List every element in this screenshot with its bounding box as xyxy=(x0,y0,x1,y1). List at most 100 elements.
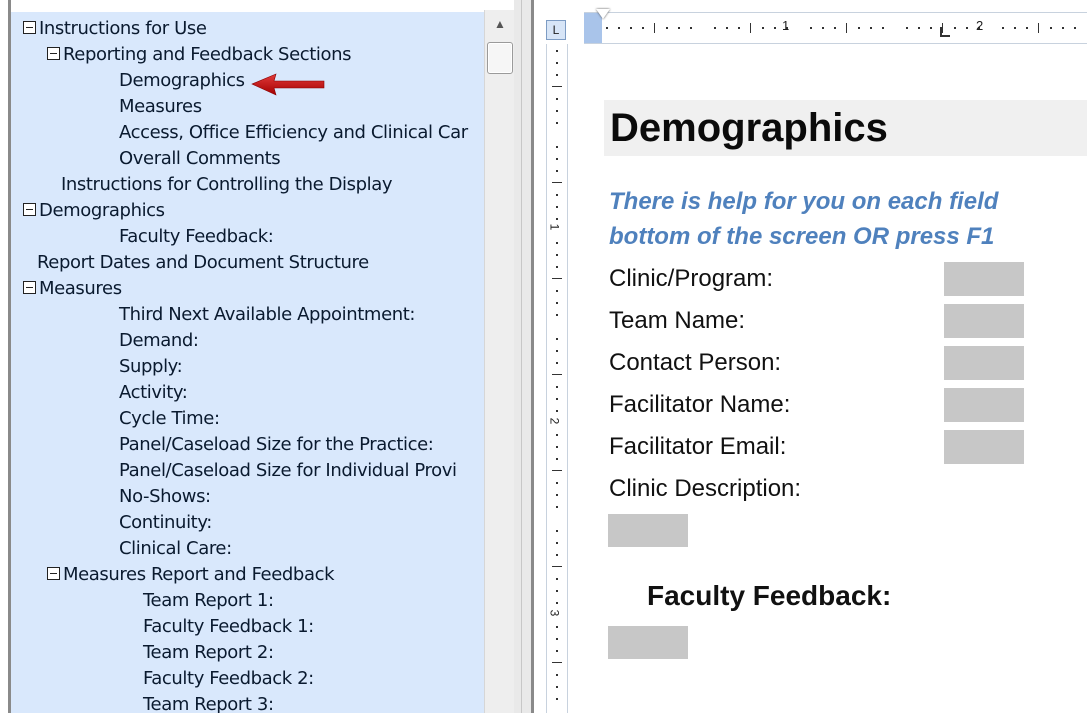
vertical-ruler[interactable]: 1 2 3 xyxy=(546,44,568,713)
ruler-tick xyxy=(552,86,562,87)
red-arrow-icon xyxy=(251,73,325,96)
tree-item[interactable]: Overall Comments xyxy=(119,146,281,172)
ruler-tick xyxy=(556,194,558,196)
ruler-tick xyxy=(556,446,558,448)
first-line-indent-marker[interactable] xyxy=(596,9,610,19)
tree-item[interactable]: Third Next Available Appointment: xyxy=(119,302,415,328)
tree-item[interactable]: Faculty Feedback: xyxy=(119,224,274,250)
tree-item-label: Third Next Available Appointment: xyxy=(119,304,416,325)
collapse-box-icon[interactable] xyxy=(23,280,36,294)
ruler-tick xyxy=(556,686,558,688)
ruler-tick xyxy=(556,494,558,496)
team-name-field[interactable] xyxy=(944,304,1024,338)
ruler-tick xyxy=(556,206,558,208)
field-label-facilitator-name: Facilitator Name: xyxy=(609,391,791,418)
tree-item[interactable]: Report Dates and Document Structure xyxy=(37,250,369,276)
ruler-tick xyxy=(1026,27,1028,29)
vertical-scrollbar[interactable]: ▲ xyxy=(484,10,515,713)
navigation-pane: Instructions for Use Reporting and Feedba… xyxy=(0,0,515,713)
ruler-tick xyxy=(556,110,558,112)
tree-item[interactable]: Team Report 2: xyxy=(143,640,274,666)
tree-item-label: Faculty Feedback: xyxy=(119,226,274,247)
collapse-box-icon[interactable] xyxy=(23,202,36,216)
tree-item[interactable]: No-Shows: xyxy=(119,484,211,510)
collapse-box-icon[interactable] xyxy=(47,46,60,60)
tree-item[interactable]: Activity: xyxy=(119,380,188,406)
field-label-facilitator-email: Facilitator Email: xyxy=(609,433,787,460)
ruler-number: 1 xyxy=(782,18,790,33)
faculty-feedback-heading: Faculty Feedback: xyxy=(647,580,892,611)
tree-item[interactable]: Cycle Time: xyxy=(119,406,220,432)
tree-item[interactable]: Demographics xyxy=(23,198,165,224)
contact-person-field[interactable] xyxy=(944,346,1024,380)
scrollbar-thumb[interactable] xyxy=(487,42,513,74)
ruler-tick xyxy=(556,302,558,304)
ruler-tick xyxy=(1074,27,1076,29)
tree-item[interactable]: Team Report 1: xyxy=(143,588,274,614)
tree-item[interactable]: Reporting and Feedback Sections xyxy=(47,42,352,68)
ruler-tick xyxy=(762,27,764,29)
tree-item[interactable]: Measures xyxy=(119,94,202,120)
tree-item[interactable]: Instructions for Use xyxy=(23,16,207,42)
facilitator-name-field[interactable] xyxy=(944,388,1024,422)
tree-item[interactable]: Panel/Caseload Size for Individual Provi xyxy=(119,458,457,484)
tree-item[interactable]: Measures xyxy=(23,276,122,302)
tab-stop-selector[interactable]: L xyxy=(546,20,566,40)
ruler-tick xyxy=(1062,27,1064,29)
ruler-tick xyxy=(774,27,776,29)
tree-item[interactable]: Clinical Care: xyxy=(119,536,232,562)
tree-item[interactable]: Faculty Feedback 2: xyxy=(143,666,314,692)
page-title: Demographics xyxy=(604,100,1087,156)
ruler-tick xyxy=(810,27,812,29)
tree-item[interactable]: Panel/Caseload Size for the Practice: xyxy=(119,432,434,458)
clinic-description-field[interactable] xyxy=(608,514,688,547)
help-instructions: There is help for you on each field bott… xyxy=(609,184,1087,254)
ruler-tick xyxy=(834,27,836,29)
ruler-tick xyxy=(556,602,558,604)
tree-item[interactable]: Continuity: xyxy=(119,510,212,536)
ruler-tick xyxy=(1038,23,1039,33)
facilitator-email-field[interactable] xyxy=(944,430,1024,464)
faculty-feedback-field[interactable] xyxy=(608,626,688,659)
tree-item-label: Measures Report and Feedback xyxy=(63,564,335,585)
pane-splitter[interactable] xyxy=(514,0,534,713)
clinic-program-field[interactable] xyxy=(944,262,1024,296)
collapse-box-icon[interactable] xyxy=(23,20,36,34)
scroll-up-arrow-icon[interactable]: ▲ xyxy=(490,14,510,34)
tree-item-label: Clinical Care: xyxy=(119,538,232,559)
ruler-tick xyxy=(966,27,968,29)
tree-item-label: Measures xyxy=(119,96,202,117)
tree-item-label: Panel/Caseload Size for the Practice: xyxy=(119,434,434,455)
tree-item[interactable]: Instructions for Controlling the Display xyxy=(61,172,393,198)
ruler-tick xyxy=(1002,27,1004,29)
collapse-box-icon[interactable] xyxy=(47,566,60,580)
ruler-tick xyxy=(556,338,558,340)
tree-item[interactable]: Team Report 3: xyxy=(143,692,274,713)
tree-item[interactable]: Demand: xyxy=(119,328,199,354)
tree-item-label: Team Report 3: xyxy=(143,694,274,713)
ruler-tick xyxy=(714,27,716,29)
field-label-clinic-description: Clinic Description: xyxy=(609,475,802,502)
ruler-tick xyxy=(918,27,920,29)
ruler-tick xyxy=(726,27,728,29)
tree-item[interactable]: Access, Office Efficiency and Clinical C… xyxy=(119,120,468,146)
ruler-tick xyxy=(556,482,558,484)
tree-item-label: Report Dates and Document Structure xyxy=(37,252,369,273)
ruler-tick xyxy=(556,98,558,100)
tree-item[interactable]: Supply: xyxy=(119,354,183,380)
tree-item[interactable]: Faculty Feedback 1: xyxy=(143,614,314,640)
ruler-tick xyxy=(556,350,558,352)
tree-item-label: No-Shows: xyxy=(119,486,211,507)
document-page[interactable]: Demographics There is help for you on ea… xyxy=(584,54,1087,713)
ruler-tick xyxy=(556,170,558,172)
tree-item[interactable]: Demographics xyxy=(119,68,245,94)
tab-stop-marker[interactable] xyxy=(940,27,950,37)
ruler-tick xyxy=(552,182,562,183)
horizontal-ruler[interactable]: 12 xyxy=(584,9,1087,44)
document-area: L 12 123 Demographics There is help for … xyxy=(534,0,1087,713)
tree-item-label: Instructions for Controlling the Display xyxy=(61,174,393,195)
ruler-tick xyxy=(552,374,562,375)
ruler-tick xyxy=(654,23,655,33)
tree-item-label: Supply: xyxy=(119,356,183,377)
tree-item[interactable]: Measures Report and Feedback xyxy=(47,562,335,588)
